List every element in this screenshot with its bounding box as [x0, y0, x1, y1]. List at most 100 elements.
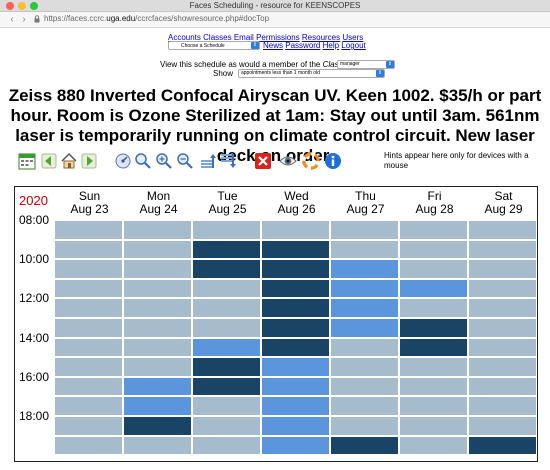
- menu-news-link[interactable]: News: [263, 41, 283, 50]
- time-slot-free[interactable]: [193, 221, 260, 239]
- settings-icon[interactable]: [114, 152, 132, 170]
- time-slot-free[interactable]: [469, 279, 536, 298]
- time-slot-booked[interactable]: [262, 436, 329, 455]
- time-slot-free[interactable]: [469, 240, 536, 259]
- time-slot-busy[interactable]: [262, 299, 329, 317]
- time-slot-free[interactable]: [400, 436, 467, 455]
- back-icon[interactable]: [40, 152, 58, 170]
- time-slot-free[interactable]: [400, 417, 467, 435]
- time-slot-booked[interactable]: [124, 397, 191, 415]
- close-icon[interactable]: [254, 152, 272, 170]
- time-slot-free[interactable]: [469, 397, 536, 415]
- menu-password-link[interactable]: Password: [285, 41, 320, 50]
- time-slot-free[interactable]: [55, 436, 122, 455]
- time-slot-free[interactable]: [193, 319, 260, 337]
- time-slot-busy[interactable]: [262, 319, 329, 337]
- time-slot-free[interactable]: [400, 358, 467, 376]
- show-select[interactable]: appointments less than 1 month old ⇕: [238, 69, 385, 78]
- time-slot-free[interactable]: [124, 279, 191, 298]
- forward-arrow-icon[interactable]: ›: [18, 14, 30, 25]
- time-slot-busy[interactable]: [262, 279, 329, 298]
- time-slot-busy[interactable]: [262, 338, 329, 357]
- forward-icon[interactable]: [80, 152, 98, 170]
- time-slot-free[interactable]: [55, 338, 122, 357]
- time-slot-free[interactable]: [400, 221, 467, 239]
- time-slot-booked[interactable]: [193, 338, 260, 357]
- time-slot-free[interactable]: [469, 221, 536, 239]
- time-slot-free[interactable]: [331, 358, 398, 376]
- time-slot-booked[interactable]: [262, 358, 329, 376]
- time-slot-free[interactable]: [124, 240, 191, 259]
- time-slot-free[interactable]: [55, 221, 122, 239]
- time-slot-free[interactable]: [331, 417, 398, 435]
- time-slot-free[interactable]: [469, 338, 536, 357]
- address-bar[interactable]: https://faces.ccrc.uga.edu/ccrcfaces/sho…: [44, 14, 269, 23]
- time-slot-free[interactable]: [55, 319, 122, 337]
- time-slot-booked[interactable]: [124, 377, 191, 396]
- time-slot-free[interactable]: [469, 319, 536, 337]
- time-slot-free[interactable]: [400, 397, 467, 415]
- time-slot-free[interactable]: [469, 299, 536, 317]
- time-slot-booked[interactable]: [331, 299, 398, 317]
- time-slot-busy[interactable]: [469, 436, 536, 455]
- time-slot-free[interactable]: [193, 279, 260, 298]
- lifebuoy-icon[interactable]: [302, 152, 320, 170]
- time-slot-free[interactable]: [55, 299, 122, 317]
- time-slot-free[interactable]: [124, 319, 191, 337]
- time-slot-booked[interactable]: [262, 377, 329, 396]
- time-slot-booked[interactable]: [331, 319, 398, 337]
- time-slot-free[interactable]: [331, 338, 398, 357]
- time-slot-booked[interactable]: [262, 397, 329, 415]
- time-slot-free[interactable]: [124, 260, 191, 278]
- time-slot-free[interactable]: [193, 397, 260, 415]
- time-slot-free[interactable]: [193, 417, 260, 435]
- time-slot-booked[interactable]: [400, 279, 467, 298]
- time-slot-free[interactable]: [400, 260, 467, 278]
- time-slot-free[interactable]: [124, 221, 191, 239]
- time-slot-busy[interactable]: [193, 240, 260, 259]
- time-slot-free[interactable]: [55, 240, 122, 259]
- time-slot-busy[interactable]: [193, 260, 260, 278]
- time-slot-busy[interactable]: [193, 358, 260, 376]
- home-icon[interactable]: [60, 152, 78, 170]
- time-slot-free[interactable]: [124, 338, 191, 357]
- time-slot-free[interactable]: [331, 221, 398, 239]
- time-slot-busy[interactable]: [262, 240, 329, 259]
- time-slot-free[interactable]: [193, 436, 260, 455]
- time-slot-free[interactable]: [400, 377, 467, 396]
- schedule-select[interactable]: Choose a Schedule ⇕: [168, 41, 260, 50]
- time-slot-free[interactable]: [55, 417, 122, 435]
- time-slot-free[interactable]: [331, 397, 398, 415]
- time-slot-free[interactable]: [124, 299, 191, 317]
- scroll-up-icon[interactable]: [199, 152, 217, 170]
- time-slot-busy[interactable]: [262, 260, 329, 278]
- time-slot-booked[interactable]: [262, 417, 329, 435]
- time-slot-free[interactable]: [400, 299, 467, 317]
- time-slot-busy[interactable]: [124, 417, 191, 435]
- time-slot-free[interactable]: [469, 417, 536, 435]
- time-slot-free[interactable]: [469, 260, 536, 278]
- time-slot-free[interactable]: [400, 240, 467, 259]
- class-select[interactable]: manager ⇕: [337, 60, 395, 69]
- time-slot-free[interactable]: [55, 260, 122, 278]
- time-slot-booked[interactable]: [331, 260, 398, 278]
- time-slot-free[interactable]: [55, 358, 122, 376]
- time-slot-busy[interactable]: [400, 319, 467, 337]
- calendar-icon[interactable]: [18, 152, 36, 170]
- time-slot-booked[interactable]: [331, 279, 398, 298]
- info-icon[interactable]: [324, 152, 342, 170]
- eye-icon[interactable]: [279, 152, 297, 170]
- time-slot-busy[interactable]: [331, 436, 398, 455]
- time-slot-free[interactable]: [331, 377, 398, 396]
- time-slot-free[interactable]: [55, 279, 122, 298]
- time-slot-free[interactable]: [124, 436, 191, 455]
- scroll-down-icon[interactable]: [219, 152, 237, 170]
- time-slot-free[interactable]: [193, 299, 260, 317]
- menu-help-link[interactable]: Help: [323, 41, 339, 50]
- menu-logout-link[interactable]: Logout: [341, 41, 365, 50]
- time-slot-free[interactable]: [55, 377, 122, 396]
- time-slot-busy[interactable]: [193, 377, 260, 396]
- time-slot-free[interactable]: [469, 358, 536, 376]
- zoom-out-icon[interactable]: [176, 152, 194, 170]
- time-slot-free[interactable]: [469, 377, 536, 396]
